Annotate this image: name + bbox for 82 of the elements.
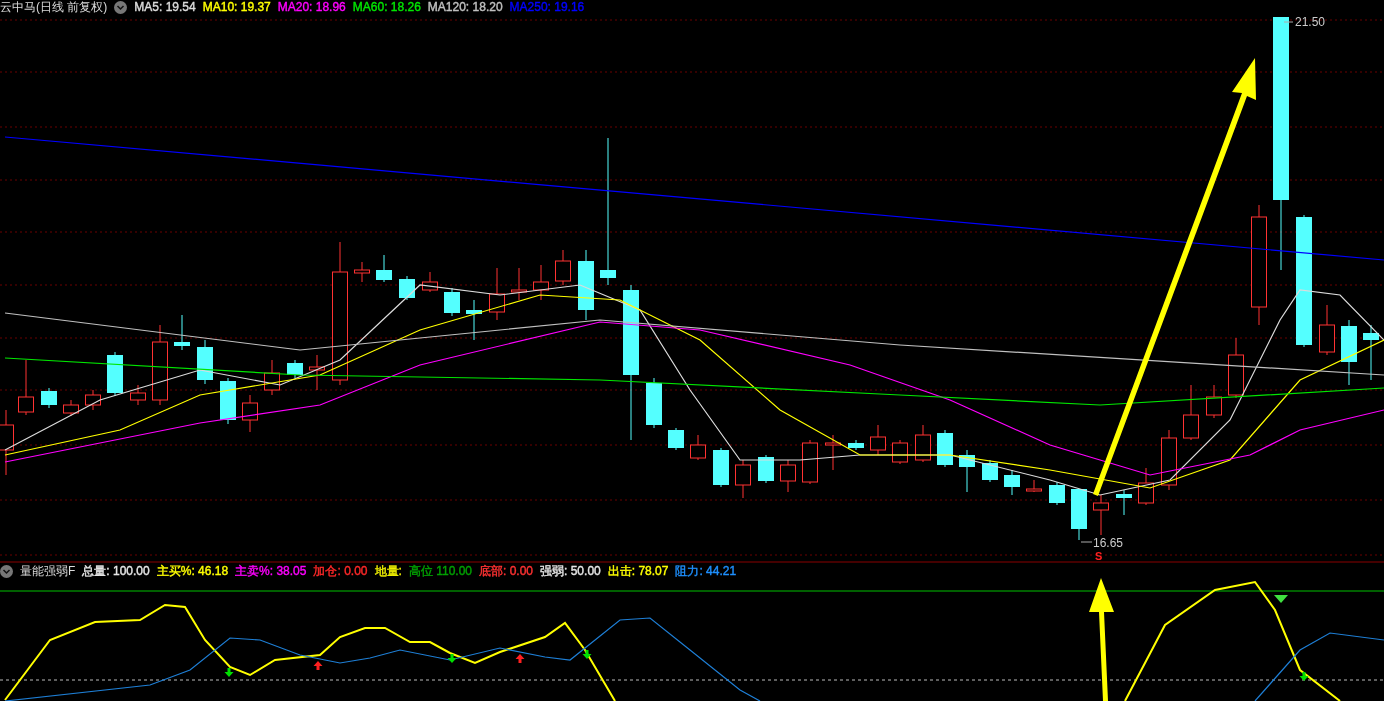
candlestick <box>713 447 729 488</box>
candlestick <box>107 351 123 397</box>
candlestick <box>802 439 818 485</box>
indicator-value: 高位 110.00 <box>408 564 472 578</box>
indicator-title: 量能强弱F <box>20 564 76 578</box>
candlestick <box>1363 324 1379 381</box>
candlestick <box>1026 479 1042 493</box>
chart-title: 云中马(日线 前复权) <box>0 0 108 14</box>
dropdown-icon[interactable] <box>0 564 13 578</box>
candlestick <box>758 454 774 484</box>
candlestick <box>735 459 751 499</box>
candlestick <box>578 249 594 321</box>
candlestick <box>1071 488 1087 541</box>
signal-mark: S <box>1095 550 1103 562</box>
indicator-value: 总量: 100.00 <box>82 564 150 578</box>
candlestick <box>18 359 34 416</box>
moving-average-value: MA10: 19.37 <box>202 0 271 14</box>
moving-average-value: MA60: 18.26 <box>352 0 421 14</box>
candlestick <box>780 459 796 493</box>
candlestick <box>646 377 662 429</box>
down-arrow-icon <box>582 650 592 659</box>
moving-average-value: MA5: 19.54 <box>134 0 196 14</box>
triangle-icon <box>1274 595 1288 603</box>
candlestick <box>466 299 482 341</box>
candlestick <box>1341 319 1357 386</box>
candlestick <box>242 394 258 433</box>
candlestick <box>399 275 415 301</box>
candlestick <box>555 249 571 286</box>
indicator-value: 强弱: 50.00 <box>540 564 601 578</box>
candlestick <box>982 459 998 483</box>
candlestick <box>264 359 280 396</box>
moving-average-value: MA120: 18.20 <box>427 0 503 14</box>
candlestick <box>130 384 146 406</box>
indicator-value: 阻力: 44.21 <box>675 564 737 578</box>
candlestick <box>1049 481 1065 506</box>
indicator-value: 出击: 78.07 <box>607 564 669 578</box>
indicator-value: 地量: <box>374 564 402 578</box>
candlestick <box>41 387 57 409</box>
candlestick <box>848 439 864 451</box>
candlestick <box>825 434 841 471</box>
candlestick <box>63 399 79 417</box>
moving-average-value: MA20: 18.96 <box>277 0 346 14</box>
candlestick <box>1093 494 1109 536</box>
up-arrow-icon <box>515 654 525 663</box>
candlestick <box>1183 384 1199 441</box>
candlestick <box>937 429 953 468</box>
up-arrow-icon <box>313 661 323 670</box>
candlestick <box>444 287 460 317</box>
candlestick <box>668 427 684 451</box>
moving-average-value: MA250: 19.16 <box>509 0 585 14</box>
candlestick <box>85 389 101 411</box>
candlestick <box>422 271 438 293</box>
candlestick <box>959 449 975 493</box>
candlestick <box>197 339 213 385</box>
candlestick <box>690 434 706 461</box>
down-arrow-icon <box>1299 672 1309 681</box>
candlestick <box>1161 429 1177 491</box>
candlestick <box>489 267 505 321</box>
candlestick <box>376 254 392 283</box>
candlestick <box>174 314 190 351</box>
down-arrow-icon <box>224 668 234 677</box>
candlestick <box>915 424 931 463</box>
candlestick <box>533 264 549 301</box>
candlestick <box>1116 489 1132 516</box>
indicator-value: 主买%: 46.18 <box>156 564 229 578</box>
candlestick <box>287 359 303 379</box>
candlestick <box>1138 467 1154 506</box>
candlestick <box>892 439 908 465</box>
indicator-value: 主卖%: 38.05 <box>235 564 307 578</box>
candlestick <box>220 377 236 425</box>
indicator-value: 底部: 0.00 <box>479 564 534 578</box>
candlestick <box>1206 384 1222 419</box>
candlestick <box>870 424 886 456</box>
candlestick <box>1228 337 1244 399</box>
dropdown-icon[interactable] <box>114 0 128 14</box>
candlestick <box>309 354 325 391</box>
candlestick <box>354 261 370 283</box>
indicator-value: 加仓: 0.00 <box>313 564 368 578</box>
candlestick <box>1004 469 1020 496</box>
down-arrow-icon <box>447 654 457 663</box>
candlestick <box>511 267 527 301</box>
candlestick <box>1319 304 1335 356</box>
